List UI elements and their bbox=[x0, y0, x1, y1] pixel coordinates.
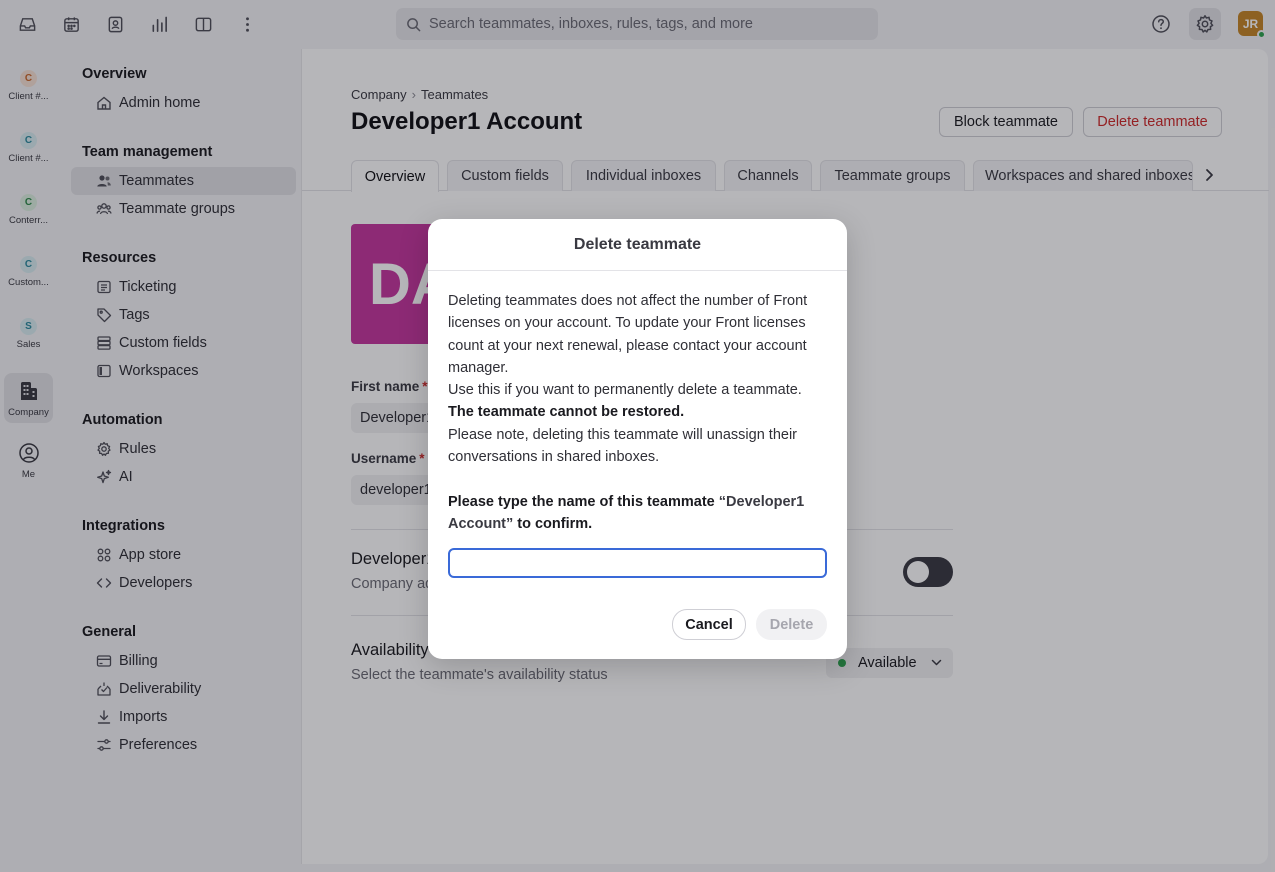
confirm-prefix: Please type the name of this teammate bbox=[448, 494, 715, 510]
dialog-paragraph-permanent: Use this if you want to permanently dele… bbox=[448, 382, 802, 399]
dialog-paragraph-licenses: Deleting teammates does not affect the n… bbox=[448, 293, 808, 376]
delete-button[interactable]: Delete bbox=[756, 609, 827, 640]
confirm-name-input[interactable] bbox=[448, 548, 827, 578]
dialog-warning: The teammate cannot be restored. bbox=[448, 404, 685, 421]
delete-teammate-dialog: Delete teammate Deleting teammates does … bbox=[428, 219, 847, 659]
confirm-suffix: to confirm. bbox=[517, 516, 593, 532]
confirm-instruction: Please type the name of this teammate “D… bbox=[448, 491, 820, 535]
dialog-title: Delete teammate bbox=[428, 219, 847, 271]
cancel-button[interactable]: Cancel bbox=[672, 609, 746, 640]
dialog-paragraph-unassign: Please note, deleting this teammate will… bbox=[448, 426, 797, 466]
dialog-body: Deleting teammates does not affect the n… bbox=[448, 290, 828, 468]
